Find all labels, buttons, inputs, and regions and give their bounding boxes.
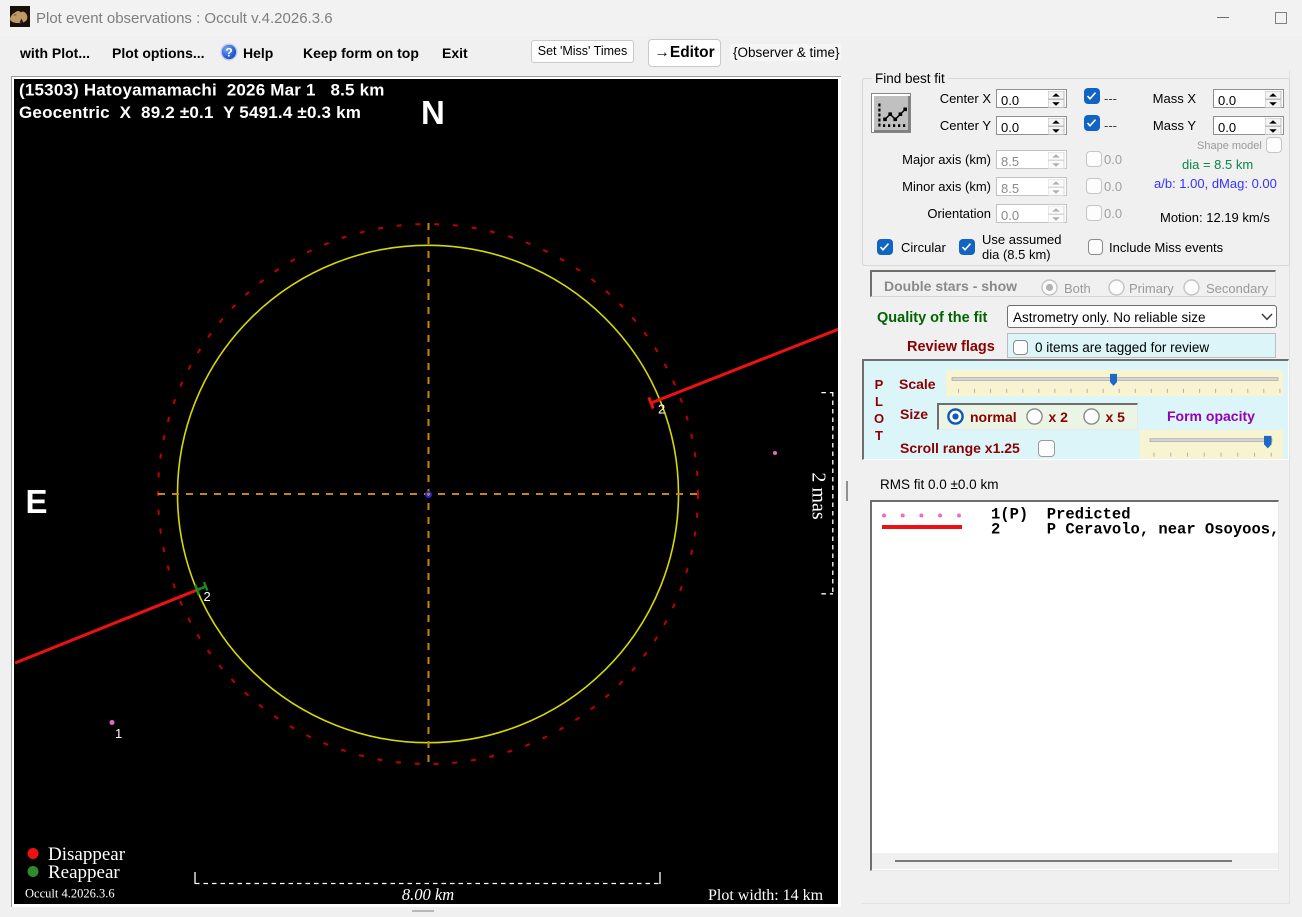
svg-text:N: N (421, 94, 445, 131)
svg-text:Occult 4.2026.3.6: Occult 4.2026.3.6 (25, 887, 115, 901)
svg-text:2: 2 (658, 402, 665, 417)
svg-text:2 P Ceravolo, near Osoyoos: 2 P Ceravolo, near Osoyoos, (991, 521, 1279, 539)
svg-text:(15303) Hatoyamamachi 2026 Ma: (15303) Hatoyamamachi 2026 Mar 1 8.5 km (19, 81, 385, 100)
svg-text:Plot width: 14 km: Plot width: 14 km (708, 887, 824, 904)
svg-text:Geocentric X 89.2 ±0.1 Y 54: Geocentric X 89.2 ±0.1 Y 5491.4 ±0.3 km (19, 103, 361, 122)
svg-text:2 mas: 2 mas (808, 472, 830, 519)
svg-text:E: E (26, 483, 48, 520)
svg-text:?: ? (225, 45, 232, 59)
svg-text:2: 2 (204, 589, 211, 604)
svg-text:1: 1 (115, 726, 122, 741)
svg-text:8.00 km: 8.00 km (402, 885, 454, 904)
svg-text:Reappear: Reappear (48, 862, 120, 883)
